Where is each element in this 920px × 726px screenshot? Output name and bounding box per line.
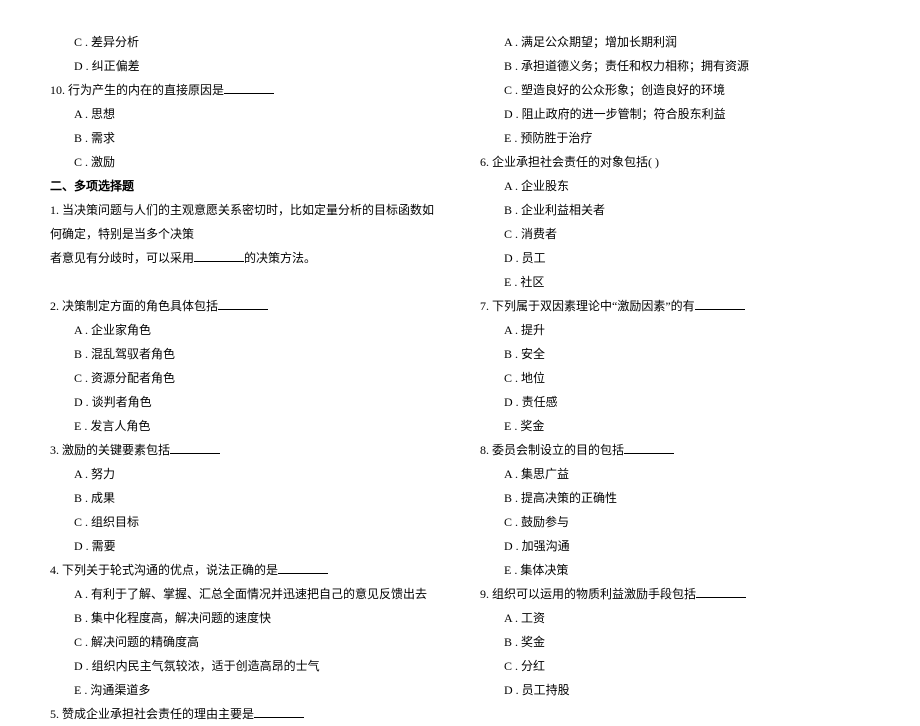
option: B . 企业利益相关者	[480, 198, 870, 222]
option: A . 满足公众期望；增加长期利润	[480, 30, 870, 54]
option: B . 需求	[50, 126, 440, 150]
option: B . 提高决策的正确性	[480, 486, 870, 510]
option: C . 消费者	[480, 222, 870, 246]
option: E . 预防胜于治疗	[480, 126, 870, 150]
blank	[224, 82, 274, 94]
option: A . 思想	[50, 102, 440, 126]
option: C . 解决问题的精确度高	[50, 630, 440, 654]
option: B . 安全	[480, 342, 870, 366]
blank	[218, 298, 268, 310]
blank	[278, 562, 328, 574]
left-column: C . 差异分析 D . 纠正偏差 10. 行为产生的内在的直接原因是 A . …	[50, 30, 440, 726]
option: A . 提升	[480, 318, 870, 342]
option: D . 需要	[50, 534, 440, 558]
question-5-stem: 5. 赞成企业承担社会责任的理由主要是	[50, 702, 440, 726]
blank	[194, 250, 244, 262]
option: A . 努力	[50, 462, 440, 486]
blank	[624, 442, 674, 454]
blank	[695, 298, 745, 310]
option: B . 混乱驾驭者角色	[50, 342, 440, 366]
blank	[254, 706, 304, 718]
option: A . 企业股东	[480, 174, 870, 198]
section-2-header: 二、多项选择题	[50, 174, 440, 198]
option: C . 分红	[480, 654, 870, 678]
option: D . 纠正偏差	[50, 54, 440, 78]
blank	[696, 586, 746, 598]
option: A . 有利于了解、掌握、汇总全面情况并迅速把自己的意见反馈出去	[50, 582, 440, 606]
question-10-stem: 10. 行为产生的内在的直接原因是	[50, 78, 440, 102]
spacer	[50, 270, 440, 294]
question-4-stem: 4. 下列关于轮式沟通的优点，说法正确的是	[50, 558, 440, 582]
question-1-stem-line1: 1. 当决策问题与人们的主观意愿关系密切时，比如定量分析的目标函数如何确定，特别…	[50, 198, 440, 246]
question-3-stem: 3. 激励的关键要素包括	[50, 438, 440, 462]
option: D . 员工	[480, 246, 870, 270]
option: D . 谈判者角色	[50, 390, 440, 414]
option: C . 激励	[50, 150, 440, 174]
option: D . 加强沟通	[480, 534, 870, 558]
option: C . 资源分配者角色	[50, 366, 440, 390]
blank	[170, 442, 220, 454]
option: E . 沟通渠道多	[50, 678, 440, 702]
option: D . 组织内民主气氛较浓，适于创造高昂的士气	[50, 654, 440, 678]
option: A . 工资	[480, 606, 870, 630]
question-6-stem: 6. 企业承担社会责任的对象包括( )	[480, 150, 870, 174]
option: B . 奖金	[480, 630, 870, 654]
option: B . 集中化程度高，解决问题的速度快	[50, 606, 440, 630]
option: D . 员工持股	[480, 678, 870, 702]
option: C . 地位	[480, 366, 870, 390]
option: C . 鼓励参与	[480, 510, 870, 534]
option: A . 企业家角色	[50, 318, 440, 342]
option: B . 承担道德义务；责任和权力相称；拥有资源	[480, 54, 870, 78]
question-8-stem: 8. 委员会制设立的目的包括	[480, 438, 870, 462]
option: C . 组织目标	[50, 510, 440, 534]
option: D . 责任感	[480, 390, 870, 414]
option: E . 社区	[480, 270, 870, 294]
question-1-stem-line2: 者意见有分歧时，可以采用的决策方法。	[50, 246, 440, 270]
option: E . 集体决策	[480, 558, 870, 582]
option: A . 集思广益	[480, 462, 870, 486]
option: C . 塑造良好的公众形象；创造良好的环境	[480, 78, 870, 102]
option: E . 发言人角色	[50, 414, 440, 438]
option: C . 差异分析	[50, 30, 440, 54]
question-9-stem: 9. 组织可以运用的物质利益激励手段包括	[480, 582, 870, 606]
option: E . 奖金	[480, 414, 870, 438]
option: D . 阻止政府的进一步管制；符合股东利益	[480, 102, 870, 126]
option: B . 成果	[50, 486, 440, 510]
page-columns: C . 差异分析 D . 纠正偏差 10. 行为产生的内在的直接原因是 A . …	[50, 30, 870, 726]
question-7-stem: 7. 下列属于双因素理论中“激励因素”的有	[480, 294, 870, 318]
right-column: A . 满足公众期望；增加长期利润 B . 承担道德义务；责任和权力相称；拥有资…	[480, 30, 870, 726]
question-2-stem: 2. 决策制定方面的角色具体包括	[50, 294, 440, 318]
